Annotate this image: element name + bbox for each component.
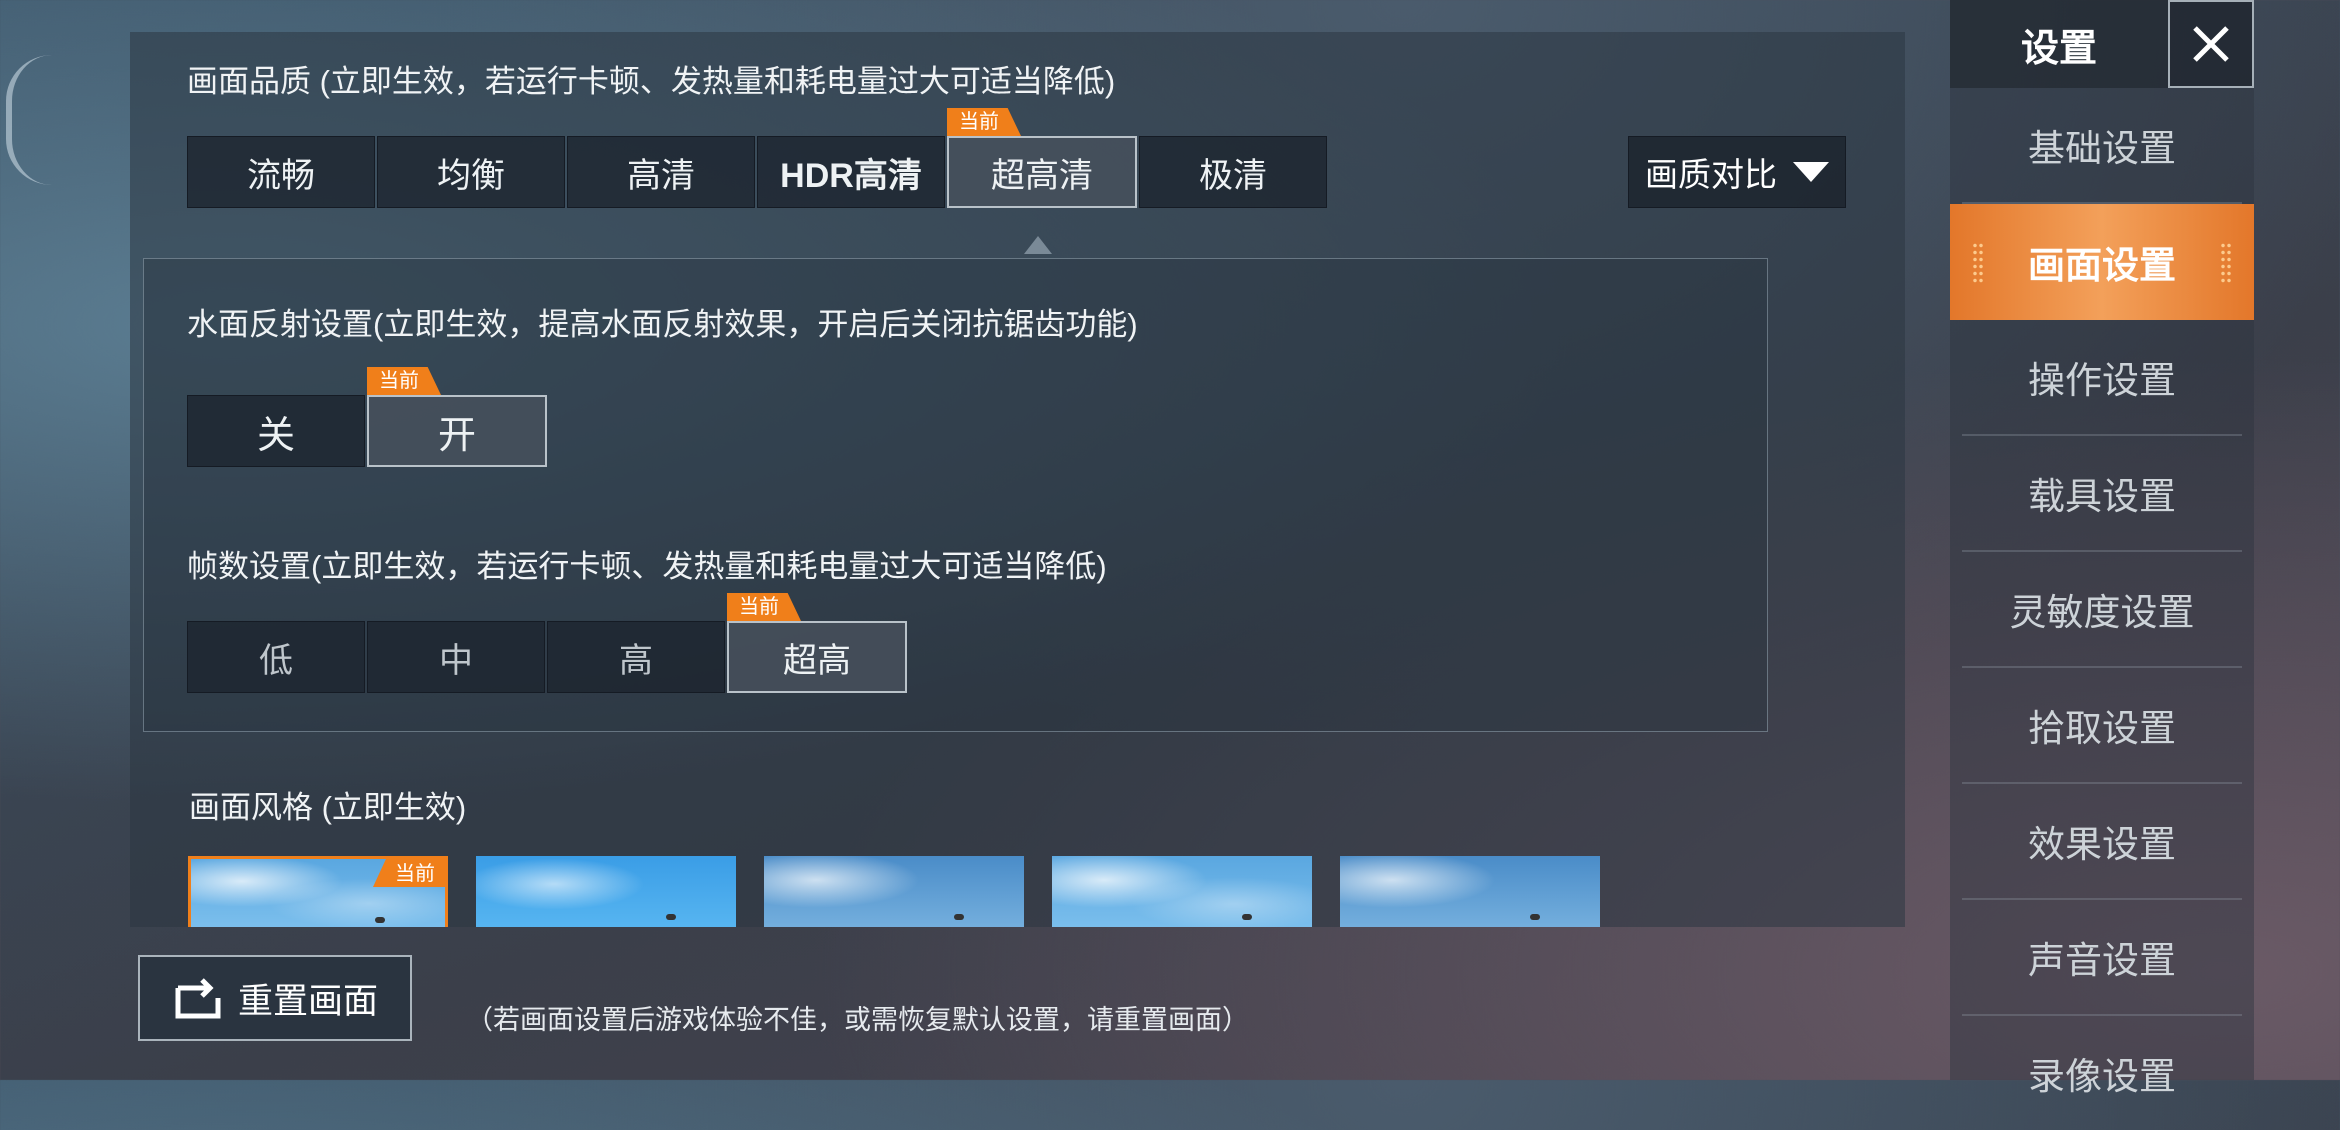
quality-options: 流畅 均衡 高清 HDR高清 当前 超高清 极清 <box>187 108 1329 208</box>
chevron-down-icon <box>1793 162 1829 182</box>
fps-option-medium[interactable]: 中 <box>367 621 545 693</box>
quality-option-extreme[interactable]: 极清 <box>1139 136 1327 208</box>
water-title: 水面反射设置(立即生效，提高水面反射效果，开启后关闭抗锯齿功能) <box>187 307 1138 342</box>
style-thumbnails: 当前 <box>188 856 1600 927</box>
current-tag: 当前 <box>947 108 1021 136</box>
style-thumbnail-1[interactable]: 当前 <box>188 856 448 927</box>
style-title: 画面风格 (立即生效) <box>189 790 467 825</box>
reset-graphics-label: 重置画面 <box>237 981 378 1021</box>
water-option-on-label: 开 <box>437 414 476 457</box>
quality-compare-label: 画质对比 <box>1645 156 1777 193</box>
sidebar-item-sound[interactable]: 声音设置 <box>1962 900 2242 1016</box>
bird-silhouette <box>375 917 385 923</box>
sidebar-header: 设置 <box>1950 0 2168 88</box>
sidebar-item-graphics[interactable]: 画面设置 <box>1950 204 2254 320</box>
quality-option-balanced[interactable]: 均衡 <box>377 136 565 208</box>
reset-icon <box>175 978 221 1019</box>
fps-option-ultra-label: 超高 <box>783 641 851 680</box>
settings-sidebar: 设置 基础设置 画面设置 操作设置 载具设置 灵敏度设置 拾取设置 效果设置 声… <box>1950 0 2254 1097</box>
fps-option-ultra[interactable]: 当前 超高 <box>727 593 907 693</box>
sidebar-item-effects[interactable]: 效果设置 <box>1962 784 2242 900</box>
bird-silhouette <box>954 914 964 920</box>
sidebar-item-replay[interactable]: 录像设置 <box>1962 1016 2242 1130</box>
bird-silhouette <box>666 914 676 920</box>
sidebar-item-pickup[interactable]: 拾取设置 <box>1962 668 2242 784</box>
sidebar-item-graphics-label: 画面设置 <box>2028 245 2176 286</box>
current-tag: 当前 <box>367 367 441 395</box>
sidebar-item-sensitivity[interactable]: 灵敏度设置 <box>1962 552 2242 668</box>
style-thumbnail-4[interactable] <box>1052 856 1312 927</box>
bird-silhouette <box>1242 914 1252 920</box>
sidebar-item-vehicle[interactable]: 载具设置 <box>1962 436 2242 552</box>
quality-option-hd[interactable]: 高清 <box>567 136 755 208</box>
style-thumbnail-2[interactable] <box>476 856 736 927</box>
fps-option-low[interactable]: 低 <box>187 621 365 693</box>
settings-panel: 画面品质 (立即生效，若运行卡顿、发热量和耗电量过大可适当降低) 流畅 均衡 高… <box>130 32 1905 927</box>
quality-option-smooth[interactable]: 流畅 <box>187 136 375 208</box>
quality-title: 画面品质 (立即生效，若运行卡顿、发热量和耗电量过大可适当降低) <box>187 64 1116 99</box>
current-tag: 当前 <box>727 593 801 621</box>
bird-silhouette <box>1530 914 1540 920</box>
water-option-off[interactable]: 关 <box>187 395 365 467</box>
reset-note: （若画面设置后游戏体验不佳，或需恢复默认设置，请重置画面） <box>466 1005 1249 1035</box>
close-icon <box>2193 26 2229 62</box>
quality-subsettings-box: 水面反射设置(立即生效，提高水面反射效果，开启后关闭抗锯齿功能) 关 当前 开 … <box>143 258 1768 732</box>
fps-options: 低 中 高 当前 超高 <box>187 593 909 693</box>
water-option-on[interactable]: 当前 开 <box>367 367 547 467</box>
reset-graphics-button[interactable]: 重置画面 <box>138 955 412 1041</box>
quality-option-hdr-hd[interactable]: HDR高清 <box>757 136 945 208</box>
sidebar-item-controls[interactable]: 操作设置 <box>1962 320 2242 436</box>
fps-title: 帧数设置(立即生效，若运行卡顿、发热量和耗电量过大可适当降低) <box>187 549 1107 584</box>
decoration-dots <box>2220 242 2232 284</box>
current-tag: 当前 <box>373 859 445 887</box>
decorative-edge <box>6 55 52 185</box>
fps-option-high[interactable]: 高 <box>547 621 725 693</box>
water-options: 关 当前 开 <box>187 367 549 467</box>
selection-pointer-icon <box>1024 236 1052 254</box>
style-thumbnail-5[interactable] <box>1340 856 1600 927</box>
quality-compare-dropdown[interactable]: 画质对比 <box>1628 136 1846 208</box>
quality-option-ultra-hd[interactable]: 当前 超高清 <box>947 108 1137 208</box>
quality-option-ultra-hd-label: 超高清 <box>991 156 1093 195</box>
decoration-dots <box>1972 242 1984 284</box>
style-thumbnail-3[interactable] <box>764 856 1024 927</box>
close-button[interactable] <box>2168 0 2254 88</box>
sidebar-item-basic[interactable]: 基础设置 <box>1962 88 2242 204</box>
